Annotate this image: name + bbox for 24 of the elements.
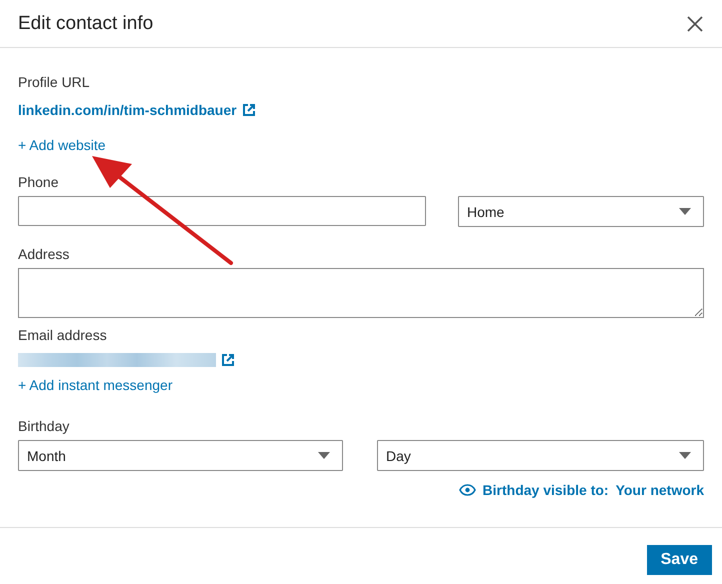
close-icon[interactable] [686, 14, 704, 32]
visibility-link[interactable]: Your network [616, 482, 704, 498]
external-link-icon[interactable] [222, 354, 234, 366]
dialog-title: Edit contact info [18, 12, 154, 34]
caret-icon [318, 452, 330, 459]
save-button[interactable]: Save [646, 545, 712, 575]
add-website-link[interactable]: + Add website [18, 137, 106, 153]
field-label: Phone [18, 174, 60, 190]
eye-icon [458, 484, 476, 496]
external-link-icon[interactable] [242, 104, 255, 116]
add-messenger-link[interactable]: + Add instant messenger [18, 377, 172, 393]
visibility-label: Birthday visible to: [482, 482, 609, 498]
field-label: Profile URL [18, 74, 91, 90]
field-label: Email address [18, 327, 108, 343]
month-select[interactable]: Month [18, 440, 343, 471]
phone-field[interactable] [18, 196, 426, 226]
field-label: Birthday [18, 418, 70, 434]
caret-icon [679, 452, 691, 459]
day-select[interactable]: Day [377, 440, 704, 471]
field-label: Address [18, 246, 70, 262]
caret-icon [679, 208, 691, 215]
address-field[interactable] [18, 268, 704, 318]
profile-link[interactable]: linkedin.com/in/tim-schmidbauer [18, 102, 237, 118]
phone-type-select[interactable]: Home [458, 196, 704, 227]
